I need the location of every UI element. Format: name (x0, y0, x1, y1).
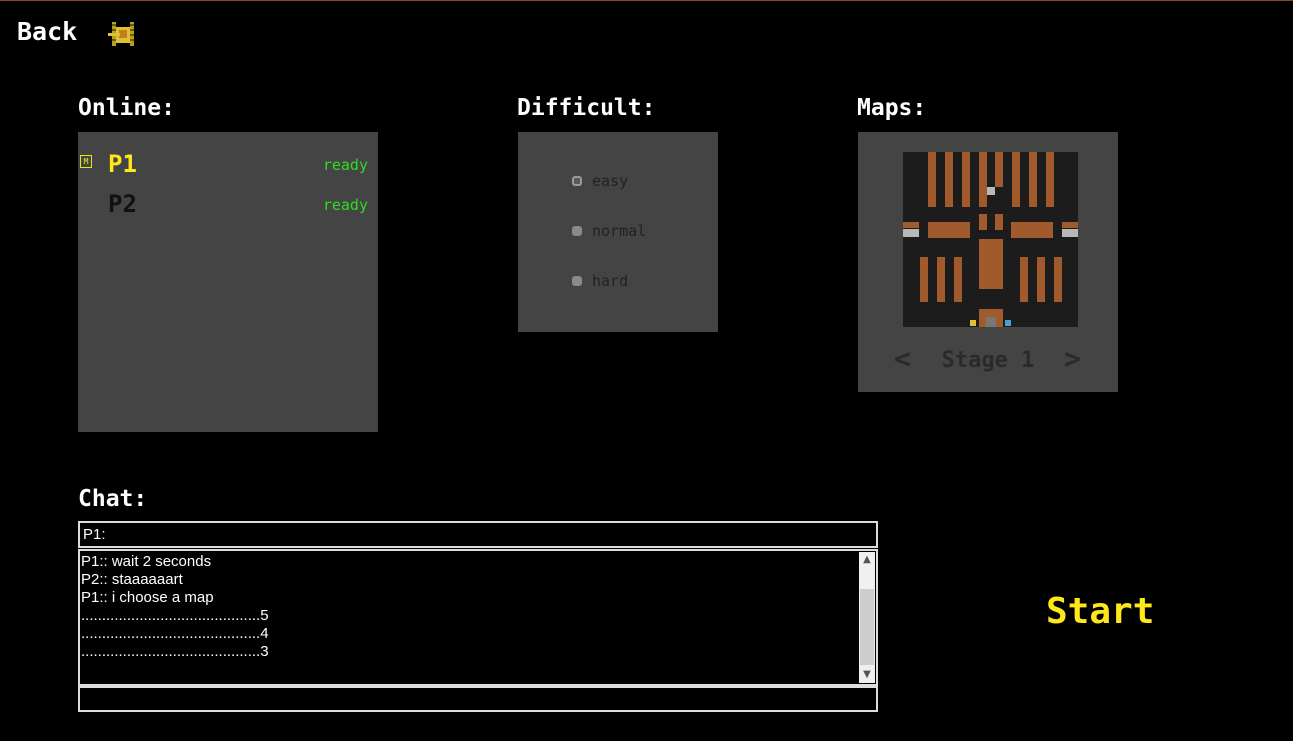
chat-message: ........................................… (81, 607, 269, 624)
chat-message: ........................................… (81, 625, 269, 642)
difficulty-option-label: easy (592, 172, 629, 190)
map-preview (903, 152, 1078, 327)
difficulty-option-label: hard (592, 272, 629, 290)
master-badge: M (80, 155, 92, 168)
chat-label: Chat: (78, 486, 148, 512)
player-status: ready (322, 196, 368, 214)
scroll-thumb[interactable] (860, 589, 874, 665)
player-row-p2: P2 ready (78, 190, 378, 220)
chat-message-field[interactable] (78, 686, 878, 712)
chat-log[interactable]: P1:: wait 2 seconds P2:: staaaaaart P1::… (78, 549, 878, 686)
tank-icon (108, 22, 134, 46)
chat-message: P2:: staaaaaart (81, 571, 183, 588)
player-row-p1: M P1 ready (78, 150, 378, 180)
chat-scrollbar[interactable]: ▲ ▼ (859, 552, 875, 683)
chevron-right-icon[interactable]: > (1064, 342, 1081, 375)
difficulty-option-label: normal (592, 222, 647, 240)
chat-message: ........................................… (81, 643, 269, 660)
maps-label: Maps: (857, 95, 927, 121)
radio-icon[interactable] (572, 276, 582, 286)
back-button[interactable]: Back (17, 17, 77, 46)
scroll-up-icon[interactable]: ▲ (859, 552, 875, 568)
difficulty-panel: easy normal hard (518, 132, 718, 332)
chat-messages: P1:: wait 2 seconds P2:: staaaaaart P1::… (81, 553, 858, 661)
online-panel: M P1 ready P2 ready (78, 132, 378, 432)
start-button[interactable]: Start (1046, 591, 1154, 632)
chat-message: P1:: i choose a map (81, 589, 214, 606)
radio-icon[interactable] (572, 226, 582, 236)
radio-selected-icon[interactable] (572, 176, 582, 186)
chat-message: P1:: wait 2 seconds (81, 553, 212, 570)
player-status: ready (322, 156, 368, 174)
difficulty-label: Difficult: (517, 95, 656, 121)
player-name: P2 (108, 190, 137, 218)
online-label: Online: (78, 95, 175, 121)
scroll-down-icon[interactable]: ▼ (859, 667, 875, 683)
chat-input[interactable]: P1: (78, 521, 878, 548)
maps-panel: < Stage 1 > (858, 132, 1118, 392)
player-name: P1 (108, 150, 137, 178)
lobby-screen: Back Online: M P1 ready P2 ready Difficu… (0, 0, 1293, 741)
